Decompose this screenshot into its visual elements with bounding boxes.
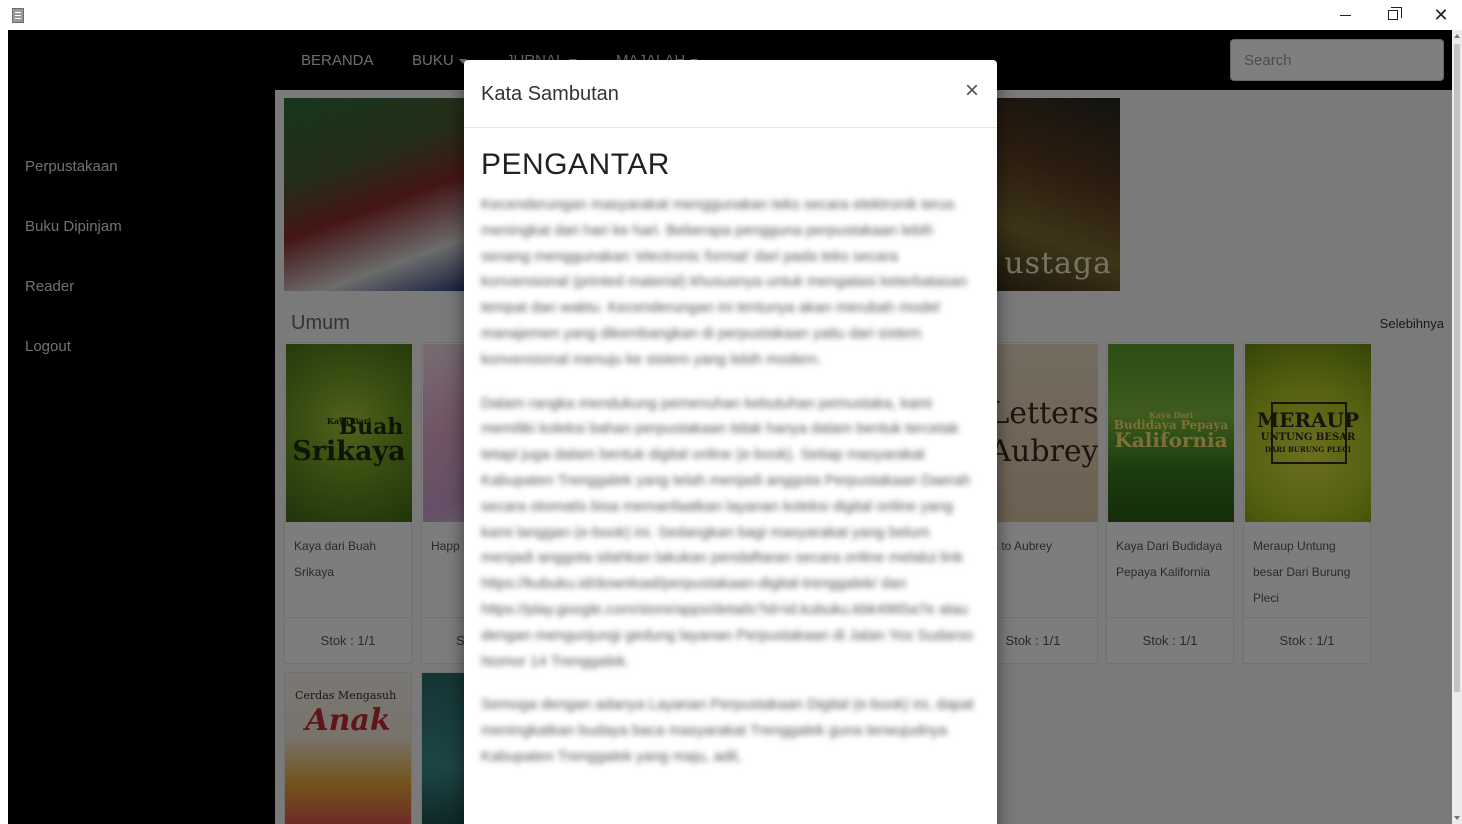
app-viewport: Perpustakaan Buku Dipinjam Reader Logout…: [8, 30, 1452, 824]
modal-paragraph: Dalam rangka mendukung pemenuhan kebutuh…: [481, 394, 974, 670]
restore-icon: [1388, 7, 1402, 20]
modal-heading: PENGANTAR: [481, 148, 670, 181]
kata-sambutan-modal: Kata Sambutan × PENGANTAR Kecenderungan …: [464, 60, 997, 824]
modal-title: Kata Sambutan: [481, 83, 619, 105]
restore-button[interactable]: [1370, 2, 1416, 28]
minimize-icon: [1339, 14, 1351, 16]
modal-close-button[interactable]: ×: [965, 78, 979, 104]
scroll-up-icon[interactable]: [1454, 34, 1460, 38]
close-window-button[interactable]: ✕: [1418, 2, 1462, 28]
window-titlebar: ✕: [0, 0, 1462, 30]
modal-body: PENGANTAR Kecenderungan masyarakat mengg…: [464, 128, 997, 770]
modal-paragraph: Kecenderungan masyarakat menggunakan tek…: [481, 196, 968, 368]
page-scrollbar[interactable]: [1452, 30, 1462, 824]
app-icon: [12, 8, 24, 23]
modal-header: Kata Sambutan ×: [464, 60, 997, 128]
modal-paragraph: Semoga dengan adanya Layanan Perpustakaa…: [481, 696, 974, 765]
scroll-thumb[interactable]: [1454, 44, 1460, 692]
minimize-button[interactable]: [1322, 2, 1368, 28]
scroll-down-icon[interactable]: [1454, 816, 1460, 820]
